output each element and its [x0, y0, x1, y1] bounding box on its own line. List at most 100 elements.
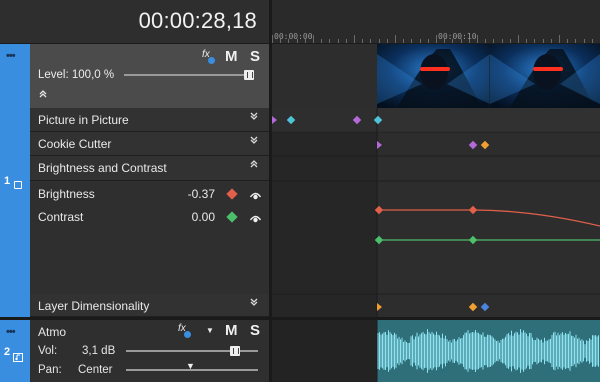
cookie-cutter-keyframes[interactable]	[377, 140, 490, 150]
level-slider-track[interactable]	[124, 74, 254, 76]
mute-button[interactable]: M	[225, 322, 238, 339]
ruler-tick	[378, 39, 380, 43]
fx-active-icon	[208, 57, 215, 64]
ruler-tick	[567, 39, 569, 43]
ruler-tick	[362, 39, 364, 43]
fx-label: Picture in Picture	[38, 113, 129, 127]
thumbnail-1	[377, 44, 490, 108]
solo-button[interactable]: S	[250, 322, 260, 339]
keyframe	[480, 140, 490, 150]
param-value[interactable]: -0.37	[188, 187, 215, 201]
param-contrast[interactable]: Contrast 0.00	[30, 205, 269, 229]
ruler-tick	[452, 39, 454, 43]
track-1-header[interactable]: fx M S Level: 100,0 %	[30, 44, 269, 108]
fx-label: Brightness and Contrast	[38, 161, 167, 175]
fx-row-layer-dimensionality[interactable]: Layer Dimensionality	[30, 294, 269, 317]
pan-slider-knob[interactable]: ▼	[186, 361, 195, 371]
empty-region	[272, 108, 377, 320]
audio-track-icon	[13, 351, 23, 365]
track-1-strip[interactable]: ••• 1	[0, 44, 30, 317]
track-1-number: 1	[4, 175, 11, 187]
ruler-tick	[468, 39, 470, 43]
level-label: Level: 100,0 %	[38, 69, 115, 81]
track-1-menu-icon[interactable]: •••	[6, 50, 16, 62]
pan-label: Pan:	[38, 364, 62, 376]
ruler-tick	[501, 39, 503, 43]
eye-icon[interactable]	[249, 189, 262, 200]
track-2-name[interactable]: Atmo	[38, 325, 66, 339]
ruler-tick	[550, 39, 552, 43]
expand-chevron-icon[interactable]	[249, 135, 259, 148]
ruler-tick	[288, 39, 290, 43]
video-event-thumbnails[interactable]	[377, 44, 600, 108]
keyframe-diamond-icon[interactable]	[226, 211, 238, 223]
track-1-timeline[interactable]	[272, 44, 600, 320]
keyframe	[468, 302, 478, 312]
keyframe	[468, 205, 478, 215]
layer-dimensionality-keyframes[interactable]	[377, 302, 490, 312]
fx-active-icon	[184, 331, 191, 338]
contrast-envelope[interactable]	[374, 235, 600, 245]
ruler-tick	[477, 35, 478, 43]
ruler-tick	[296, 39, 298, 43]
ruler-tick	[411, 39, 413, 43]
video-track-icon	[14, 181, 22, 189]
track-2-strip[interactable]: ••• 2	[0, 320, 30, 382]
ruler-tick	[395, 35, 396, 43]
eye-icon[interactable]	[249, 212, 262, 223]
ruler-tick	[304, 39, 306, 43]
dropdown-arrow-icon[interactable]: ▼	[206, 326, 214, 335]
solo-button[interactable]: S	[250, 48, 260, 65]
ruler-tick	[575, 39, 577, 43]
param-brightness[interactable]: Brightness -0.37	[30, 182, 269, 206]
ruler-tick	[493, 39, 495, 43]
ruler-tick	[460, 39, 462, 43]
vol-value[interactable]: 3,1 dB	[82, 345, 115, 357]
ruler-tick	[526, 39, 528, 43]
ruler-tick	[370, 39, 372, 43]
ruler-tick	[403, 39, 405, 43]
ruler-tick	[509, 39, 511, 43]
time-ruler[interactable]: 00:00:00 00:00:10	[272, 0, 600, 44]
pan-value[interactable]: Center	[78, 364, 113, 376]
track-2-menu-icon[interactable]: •••	[6, 326, 16, 338]
brightness-envelope[interactable]	[374, 205, 600, 227]
level-slider-knob[interactable]	[244, 70, 254, 80]
fx-row-picture-in-picture[interactable]: Picture in Picture	[30, 108, 269, 132]
track-2-header[interactable]: Atmo fx ▼ M S Vol: 3,1 dB Pan: Center ▼	[30, 320, 269, 382]
ruler-tick	[518, 35, 519, 43]
mute-button[interactable]: M	[225, 48, 238, 65]
keyframe	[480, 302, 490, 312]
fx-row-cookie-cutter[interactable]: Cookie Cutter	[30, 132, 269, 156]
ruler-tick	[559, 35, 560, 43]
ruler-tick	[337, 39, 339, 43]
ruler-tick	[329, 39, 331, 43]
fx-label: Cookie Cutter	[38, 137, 112, 151]
param-value[interactable]: 0.00	[192, 210, 215, 224]
ruler-tick	[444, 39, 446, 43]
expand-chevron-icon[interactable]	[249, 111, 259, 124]
ruler-tick	[272, 35, 273, 43]
timecode-panel: 00:00:28,18	[0, 0, 269, 44]
keyframe-diamond-icon[interactable]	[226, 188, 238, 200]
vol-label: Vol:	[38, 345, 58, 357]
ruler-tick	[534, 39, 536, 43]
ruler-tick	[436, 35, 437, 43]
timecode-display[interactable]: 00:00:28,18	[139, 8, 257, 34]
keyframe	[377, 141, 382, 149]
thumbnail-2	[490, 44, 600, 108]
collapse-track-icon[interactable]	[38, 88, 48, 102]
expand-chevron-icon[interactable]	[249, 297, 259, 310]
ruler-tick	[354, 35, 355, 43]
ruler-tick	[313, 35, 314, 43]
ruler-tick	[427, 39, 429, 43]
param-label: Brightness	[38, 187, 95, 201]
ruler-tick	[542, 39, 544, 43]
track-2-timeline[interactable]	[272, 320, 600, 382]
fx-row-brightness-contrast[interactable]: Brightness and Contrast	[30, 156, 269, 181]
collapse-chevron-icon[interactable]	[249, 159, 259, 172]
ruler-tick	[485, 39, 487, 43]
ruler-tick	[386, 39, 388, 43]
vol-slider-knob[interactable]	[230, 346, 240, 356]
ruler-tick	[345, 39, 347, 43]
